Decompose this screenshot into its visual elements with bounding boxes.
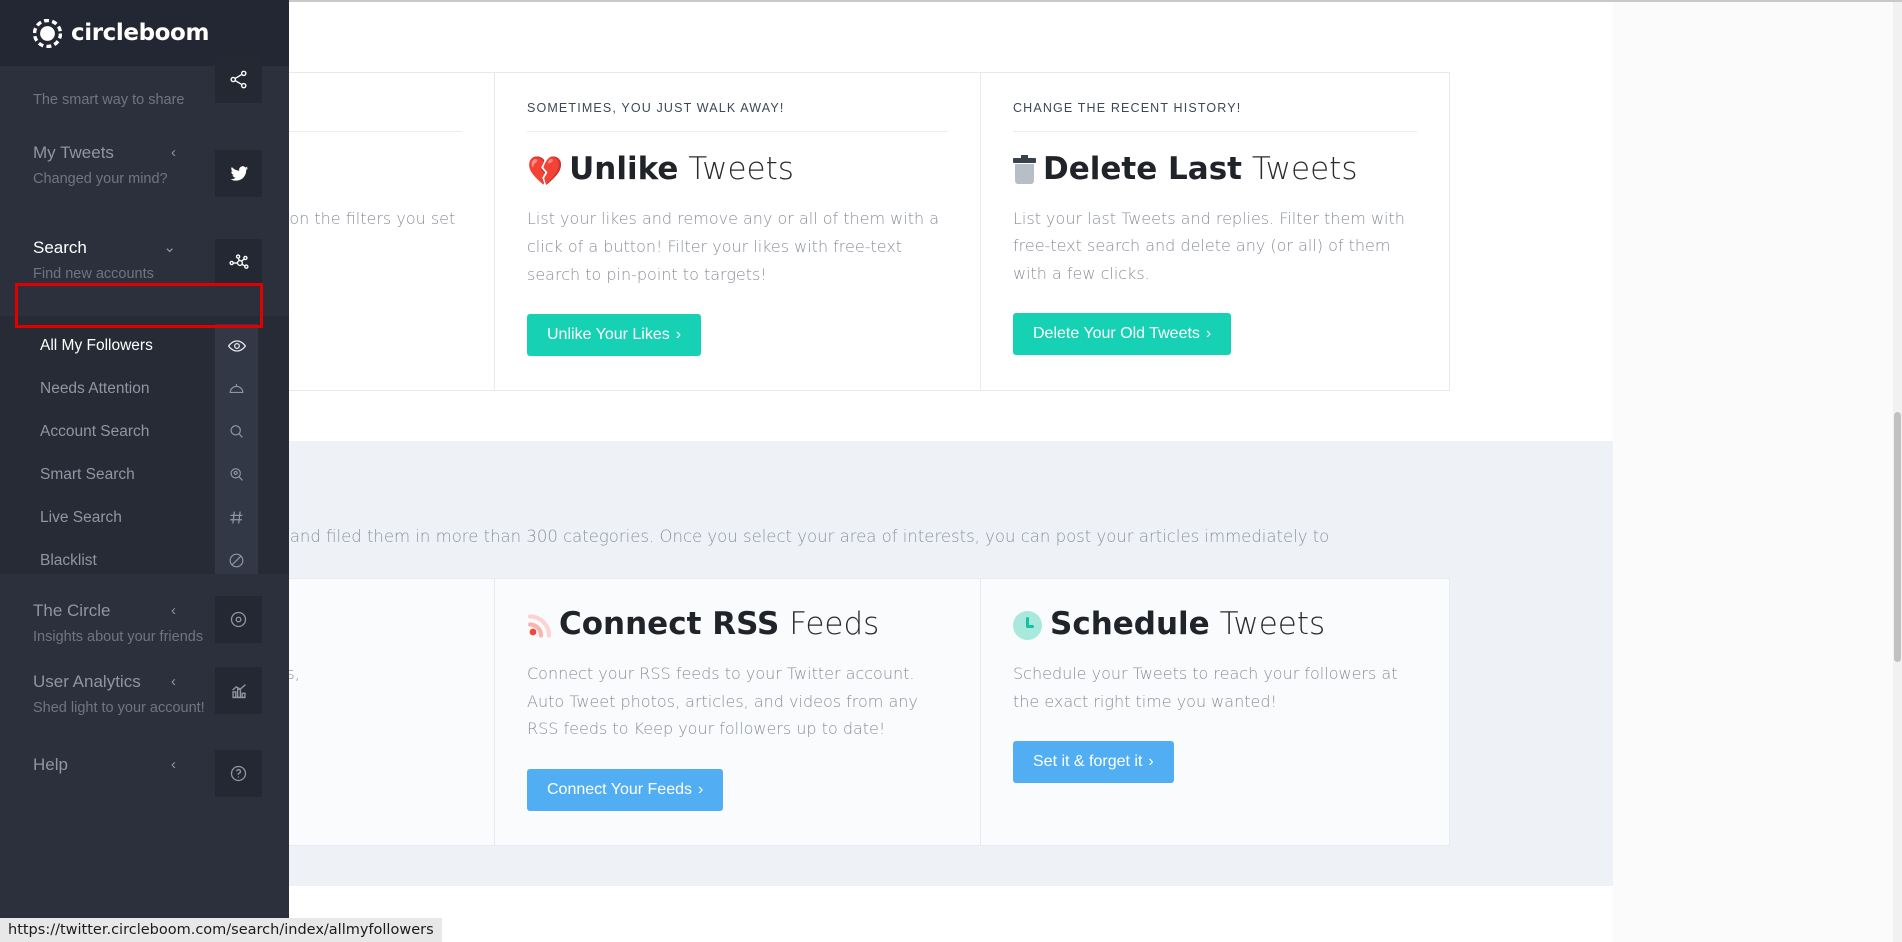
set-it-and-forget-it-button[interactable]: Set it & forget it › (1013, 741, 1174, 783)
card-title-light: Tweets (1252, 151, 1358, 187)
question-mark-icon[interactable] (215, 750, 262, 797)
chevron-right-icon: › (676, 326, 681, 343)
card-title-strong: Schedule (1050, 606, 1210, 642)
nav-title: Search (33, 238, 87, 258)
chevron-left-icon: ‹ (171, 674, 176, 689)
card-title-light: Tweets (688, 151, 794, 187)
magnifier-icon[interactable] (215, 410, 258, 453)
hashtag-icon[interactable] (215, 496, 258, 539)
card-delete-last-tweets[interactable]: CHANGE THE RECENT HISTORY! Delete Last T… (980, 72, 1450, 391)
bar-chart-icon[interactable] (215, 667, 262, 714)
circleboom-logo-icon (33, 19, 62, 48)
button-label: Delete Your Old Tweets (1033, 325, 1200, 342)
chevron-left-icon: ‹ (171, 145, 176, 160)
sidebar-item-label: All My Followers (40, 337, 153, 355)
magnifier-pin-icon[interactable] (215, 453, 258, 496)
delete-your-old-tweets-button[interactable]: Delete Your Old Tweets › (1013, 313, 1231, 355)
card-title: Schedule Tweets (1013, 607, 1417, 642)
button-label: Unlike Your Likes (547, 326, 670, 343)
button-label: Connect Your Feeds (547, 781, 692, 798)
nav-group-the-circle: The Circle ‹ Insights about your friends (0, 574, 289, 657)
clock-icon (1013, 611, 1042, 640)
card-title-strong: Delete Last (1043, 151, 1242, 187)
bell-icon[interactable] (215, 367, 258, 410)
twitter-bird-icon[interactable] (215, 150, 262, 197)
search-submenu: All My Followers Needs Attention Account… (0, 316, 289, 574)
brand-logo[interactable]: circleboom (33, 19, 209, 48)
eye-icon[interactable] (215, 324, 258, 367)
card-title: Delete Last Tweets (1013, 152, 1417, 187)
card-connect-rss-feeds[interactable]: Connect RSS Feeds Connect your RSS feeds… (494, 578, 981, 845)
card-eyebrow: CHANGE THE RECENT HISTORY! (1013, 101, 1417, 132)
sidebar-nav: The smart way to share My Tweets ‹ Chang… (0, 66, 289, 942)
card-title: Connect RSS Feeds (527, 607, 948, 642)
card-unlike-tweets[interactable]: SOMETIMES, YOU JUST WALK AWAY! 💔Unlike T… (494, 72, 981, 391)
share-nodes-icon[interactable] (215, 56, 262, 103)
sidebar-item-label: Live Search (40, 509, 122, 527)
chevron-right-icon: › (1206, 325, 1211, 342)
unlike-your-likes-button[interactable]: Unlike Your Likes › (527, 314, 701, 356)
sidebar-item-all-my-followers[interactable]: All My Followers (0, 324, 289, 367)
nav-group-search: Search ⌄ Find new accounts (0, 223, 289, 316)
nav-title: Help (33, 755, 68, 775)
brand-name: circleboom (71, 20, 209, 46)
sidebar-item-label: Needs Attention (40, 380, 149, 398)
sidebar-item-smart-search[interactable]: Smart Search (0, 453, 289, 496)
chevron-left-icon: ‹ (171, 757, 176, 772)
connect-your-feeds-button[interactable]: Connect Your Feeds › (527, 769, 723, 811)
card-body: Connect your RSS feeds to your Twitter a… (527, 660, 948, 743)
rss-icon (527, 611, 555, 637)
sidebar-item-label: Account Search (40, 423, 149, 441)
sidebar-item-label: Smart Search (40, 466, 135, 484)
sidebar-item-needs-attention[interactable]: Needs Attention (0, 367, 289, 410)
nav-title: My Tweets (33, 143, 114, 163)
sidebar-item-account-search[interactable]: Account Search (0, 410, 289, 453)
browser-status-bar: https://twitter.circleboom.com/search/in… (0, 918, 442, 942)
card-schedule-tweets[interactable]: Schedule Tweets Schedule your Tweets to … (980, 578, 1450, 845)
chevron-right-icon: › (698, 781, 703, 798)
chevron-right-icon: › (1148, 753, 1153, 770)
card-title-strong: Unlike (569, 151, 678, 187)
broken-heart-icon: 💔 (527, 154, 563, 188)
nav-group-my-tweets: My Tweets ‹ Changed your mind? (0, 128, 289, 223)
card-body: List your last Tweets and replies. Filte… (1013, 205, 1417, 288)
trash-icon (1013, 158, 1036, 184)
chevron-left-icon: ‹ (171, 603, 176, 618)
card-title-light: Tweets (1220, 606, 1326, 642)
card-title-strong: Connect RSS (559, 606, 779, 642)
chevron-down-icon: ⌄ (163, 240, 176, 255)
button-label: Set it & forget it (1033, 753, 1142, 770)
card-eyebrow: SOMETIMES, YOU JUST WALK AWAY! (527, 101, 948, 132)
card-title: 💔Unlike Tweets (527, 152, 948, 187)
card-body: Schedule your Tweets to reach your follo… (1013, 660, 1417, 715)
sidebar: circleboom The smart way to share My Twe… (0, 0, 289, 942)
sidebar-item-live-search[interactable]: Live Search (0, 496, 289, 539)
nav-group-user-analytics: User Analytics ‹ Shed light to your acco… (0, 657, 289, 740)
scrollbar-thumb[interactable] (1894, 412, 1901, 662)
vertical-scrollbar[interactable] (1893, 2, 1902, 942)
sidebar-item-label: Blacklist (40, 552, 97, 570)
status-url: https://twitter.circleboom.com/search/in… (8, 922, 434, 938)
card-body: List your likes and remove any or all of… (527, 205, 948, 288)
target-circle-icon[interactable] (215, 596, 262, 643)
nav-group-help: Help ‹ (0, 740, 289, 810)
nav-group-share: The smart way to share (0, 66, 289, 128)
nav-title: The Circle (33, 601, 110, 621)
nav-title: User Analytics (33, 672, 141, 692)
network-nodes-icon[interactable] (215, 239, 262, 286)
card-title-light: Feeds (789, 606, 879, 642)
